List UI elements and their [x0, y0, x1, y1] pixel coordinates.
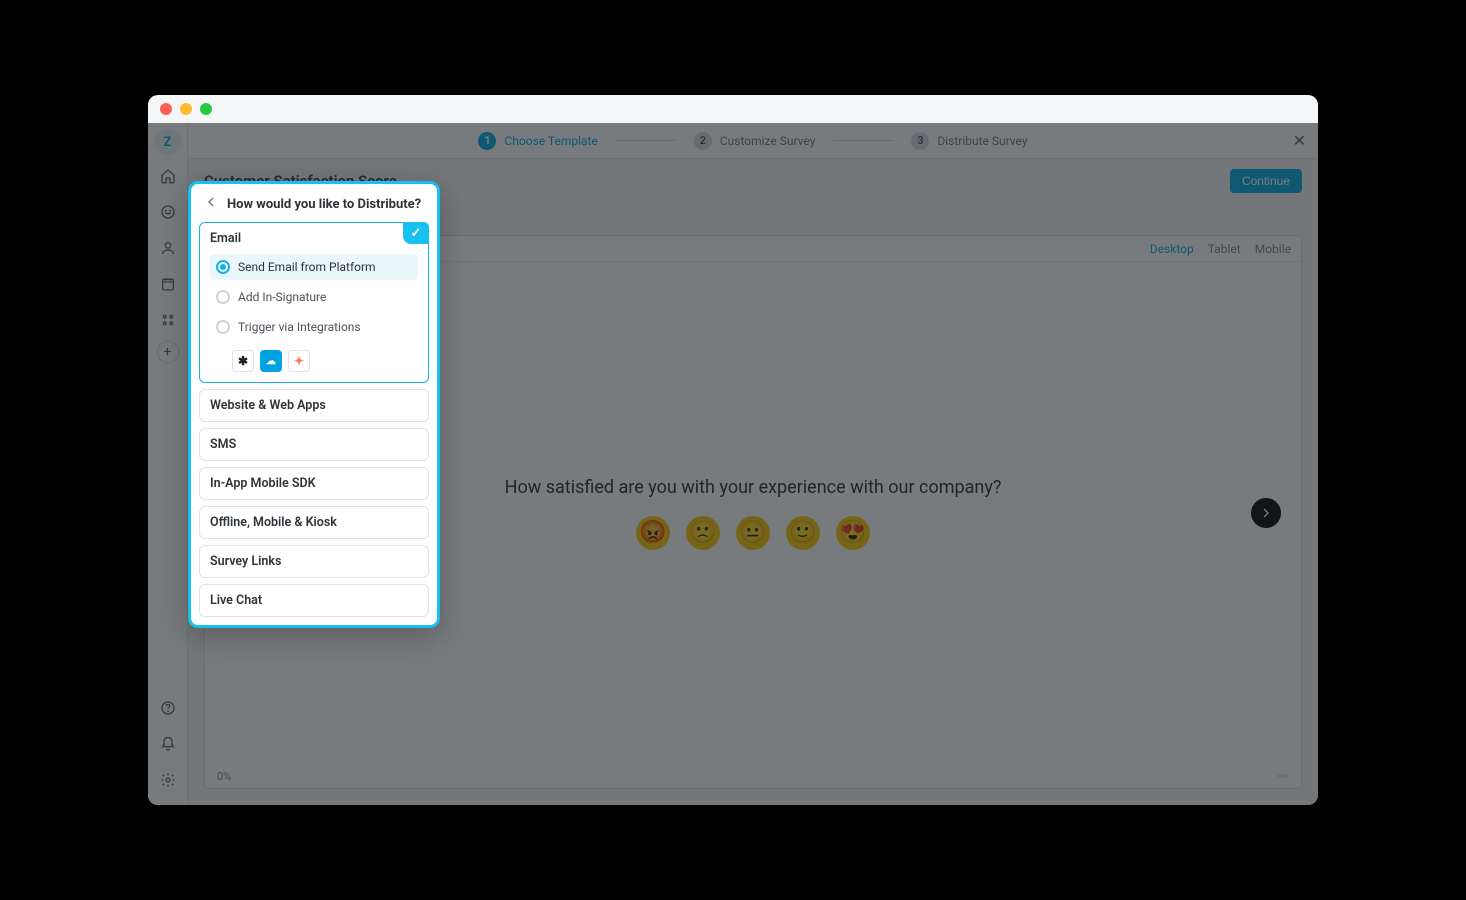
- channel-live-chat[interactable]: Live Chat: [199, 584, 429, 617]
- sidebar-notifications-icon[interactable]: [153, 729, 183, 759]
- channel-website[interactable]: Website & Web Apps: [199, 389, 429, 422]
- rating-option-3[interactable]: 😐: [736, 516, 770, 550]
- panel-header: How would you like to Distribute?: [199, 192, 429, 222]
- channel-label: In-App Mobile SDK: [210, 476, 316, 491]
- channel-label: SMS: [210, 437, 236, 452]
- radio-icon: [216, 320, 230, 334]
- window-close-button[interactable]: [160, 103, 172, 115]
- question-block: How satisfied are you with your experien…: [505, 477, 1002, 550]
- app-logo-icon: Z: [155, 129, 181, 155]
- integration-hubspot-icon[interactable]: ✦: [288, 350, 310, 372]
- panel-back-button[interactable]: [203, 194, 219, 214]
- channel-label: Email: [210, 231, 241, 246]
- option-label: Trigger via Integrations: [238, 320, 361, 334]
- step-choose-template[interactable]: 1 Choose Template: [478, 132, 597, 150]
- preview-footer: 0%: [205, 764, 1301, 788]
- channel-label: Offline, Mobile & Kiosk: [210, 515, 337, 530]
- viewport-tablet[interactable]: Tablet: [1208, 242, 1241, 256]
- window-minimize-button[interactable]: [180, 103, 192, 115]
- radio-icon: [216, 290, 230, 304]
- window-maximize-button[interactable]: [200, 103, 212, 115]
- email-sub-options: Send Email from Platform Add In-Signatur…: [210, 254, 418, 372]
- panel-title: How would you like to Distribute?: [227, 197, 421, 212]
- left-sidebar: Z +: [148, 123, 188, 805]
- window-titlebar: [148, 95, 1318, 123]
- step-number: 2: [694, 132, 712, 150]
- next-question-button[interactable]: [1251, 498, 1281, 528]
- sidebar-contacts-icon[interactable]: [153, 233, 183, 263]
- channel-selected-check-icon: ✓: [403, 222, 429, 244]
- email-option-trigger-integrations[interactable]: Trigger via Integrations: [210, 314, 418, 340]
- step-divider: [833, 140, 893, 141]
- step-distribute-survey[interactable]: 3 Distribute Survey: [911, 132, 1027, 150]
- sidebar-gear-icon[interactable]: [153, 765, 183, 795]
- channel-inapp-sdk[interactable]: In-App Mobile SDK: [199, 467, 429, 500]
- channel-label: Website & Web Apps: [210, 398, 326, 413]
- step-customize-survey[interactable]: 2 Customize Survey: [694, 132, 816, 150]
- email-option-in-signature[interactable]: Add In-Signature: [210, 284, 418, 310]
- sidebar-add-button[interactable]: +: [157, 341, 179, 363]
- sidebar-help-icon[interactable]: [153, 693, 183, 723]
- channel-sms[interactable]: SMS: [199, 428, 429, 461]
- channel-label: Survey Links: [210, 554, 281, 569]
- rating-option-5[interactable]: 😍: [836, 516, 870, 550]
- channel-offline-kiosk[interactable]: Offline, Mobile & Kiosk: [199, 506, 429, 539]
- sidebar-calendar-icon[interactable]: [153, 269, 183, 299]
- channel-email[interactable]: ✓ Email Send Email from Platform Add In-…: [199, 222, 429, 383]
- viewport-desktop[interactable]: Desktop: [1150, 242, 1194, 256]
- step-label: Distribute Survey: [937, 134, 1027, 148]
- sidebar-home-icon[interactable]: [153, 161, 183, 191]
- option-label: Send Email from Platform: [238, 260, 376, 274]
- channel-survey-links[interactable]: Survey Links: [199, 545, 429, 578]
- rating-emoji-row: 😡 🙁 😐 🙂 😍: [505, 516, 1002, 550]
- rating-option-2[interactable]: 🙁: [686, 516, 720, 550]
- sidebar-surveys-icon[interactable]: [153, 197, 183, 227]
- step-label: Customize Survey: [720, 134, 816, 148]
- step-divider: [616, 140, 676, 141]
- brand-badge: [1277, 774, 1289, 778]
- rating-option-4[interactable]: 🙂: [786, 516, 820, 550]
- app-window: Z + 1 Choose Template 2: [148, 95, 1318, 805]
- viewport-switcher: Desktop Tablet Mobile: [1150, 242, 1291, 256]
- question-text: How satisfied are you with your experien…: [505, 477, 1002, 498]
- integration-zendesk-icon[interactable]: ✱: [232, 350, 254, 372]
- survey-progress: 0%: [217, 770, 231, 783]
- integration-icons: ✱ ☁ ✦: [210, 350, 418, 372]
- step-label: Choose Template: [504, 134, 597, 148]
- integration-salesforce-icon[interactable]: ☁: [260, 350, 282, 372]
- stepper-bar: 1 Choose Template 2 Customize Survey 3 D…: [188, 123, 1318, 159]
- distribute-panel: How would you like to Distribute? ✓ Emai…: [188, 181, 440, 628]
- stepper-close-button[interactable]: ✕: [1293, 123, 1306, 158]
- continue-button[interactable]: Continue: [1230, 169, 1302, 193]
- radio-icon: [216, 260, 230, 274]
- email-option-send-from-platform[interactable]: Send Email from Platform: [210, 254, 418, 280]
- sidebar-settings-icon[interactable]: [153, 305, 183, 335]
- rating-option-1[interactable]: 😡: [636, 516, 670, 550]
- step-number: 3: [911, 132, 929, 150]
- option-label: Add In-Signature: [238, 290, 326, 304]
- channel-label: Live Chat: [210, 593, 262, 608]
- viewport-mobile[interactable]: Mobile: [1255, 242, 1291, 256]
- step-number: 1: [478, 132, 496, 150]
